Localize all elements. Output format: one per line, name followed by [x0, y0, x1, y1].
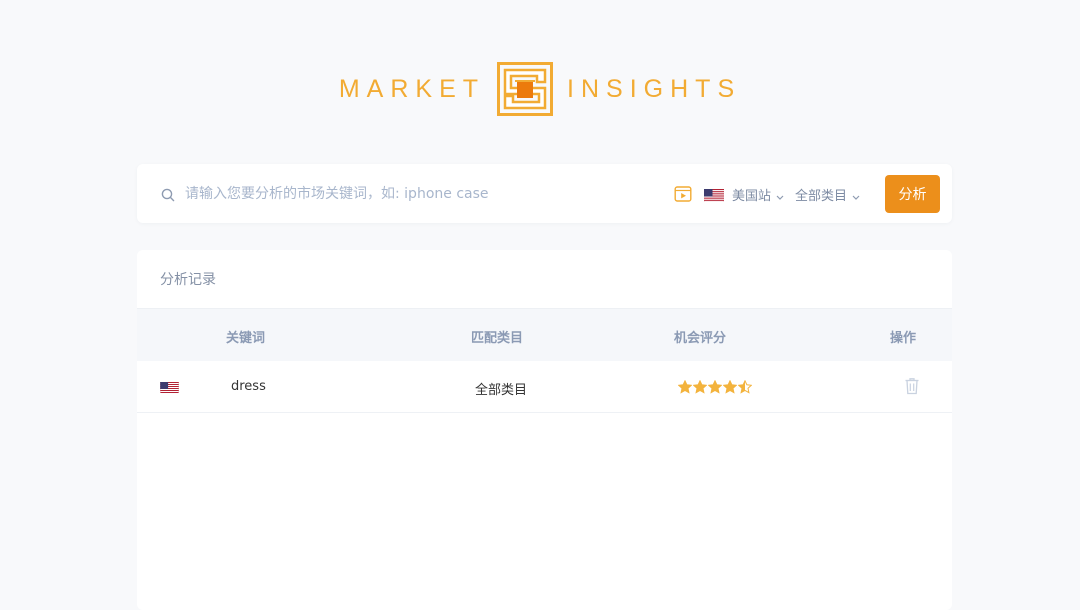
column-header-category: 匹配类目 — [471, 331, 524, 346]
keyword-search-input[interactable] — [185, 181, 625, 207]
logo-mark-icon — [497, 62, 554, 116]
analyze-button[interactable]: 分析 — [885, 175, 940, 213]
market-select-label: 美国站 — [732, 189, 772, 204]
analysis-records-panel: 分析记录 关键词 匹配类目 机会评分 操作 dress 全部类目 — [137, 250, 952, 610]
opportunity-rating — [677, 379, 753, 398]
category-select-label: 全部类目 — [795, 189, 848, 204]
search-icon — [161, 187, 175, 206]
logo-word-market: MARKET — [338, 74, 486, 103]
column-header-score: 机会评分 — [674, 331, 727, 346]
row-category: 全部类目 — [475, 383, 528, 398]
star-full-icon — [677, 379, 693, 398]
row-keyword[interactable]: dress — [231, 379, 266, 394]
star-full-icon — [707, 379, 723, 398]
table-header: 关键词 匹配类目 机会评分 操作 — [137, 308, 952, 361]
trash-icon[interactable] — [904, 377, 920, 399]
logo-word-insights: INSIGHTS — [567, 74, 742, 103]
star-half-icon — [737, 379, 753, 398]
star-full-icon — [722, 379, 738, 398]
records-title: 分析记录 — [160, 272, 216, 288]
market-select[interactable]: 美国站 — [704, 185, 784, 204]
table-row[interactable]: dress 全部类目 — [137, 361, 952, 413]
star-full-icon — [692, 379, 708, 398]
column-header-keyword: 关键词 — [226, 331, 266, 346]
video-play-icon[interactable] — [674, 185, 692, 207]
search-bar: 美国站 全部类目 分析 — [137, 164, 952, 223]
column-header-action: 操作 — [890, 331, 917, 346]
us-flag-icon — [704, 188, 724, 202]
brand-logo: MARKET INSIGHTS — [0, 62, 1080, 116]
us-flag-icon — [160, 380, 179, 393]
category-select[interactable]: 全部类目 — [795, 185, 860, 204]
chevron-down-icon — [852, 185, 860, 204]
chevron-down-icon — [776, 185, 784, 204]
